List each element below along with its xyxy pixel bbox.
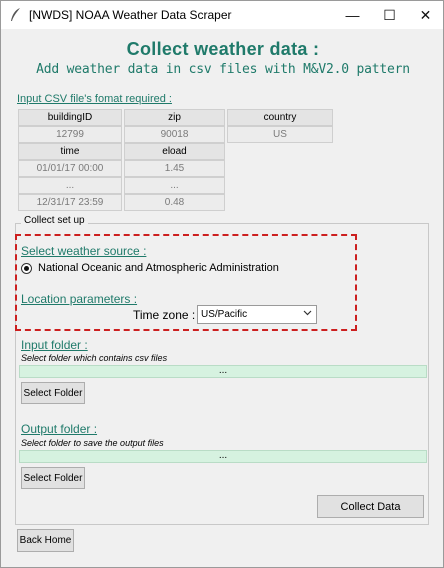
chevron-down-icon[interactable] (303, 308, 312, 319)
page-subtitle: Add weather data in csv files with M&V2.… (36, 62, 410, 77)
time-zone-select[interactable]: US/Pacific (197, 305, 317, 324)
feather-icon (11, 8, 20, 21)
output-folder-label: Output folder : (21, 422, 98, 436)
time-zone-label: Time zone : (133, 308, 196, 322)
table-value-cell: ... (124, 177, 225, 194)
input-select-folder-button[interactable]: Select Folder (21, 382, 85, 404)
table-value-cell: ... (18, 177, 122, 194)
output-folder-hint: Select folder to save the output files (21, 438, 164, 448)
input-folder-label: Input folder : (21, 338, 88, 352)
table-header-cell: eload (124, 143, 225, 160)
group-title: Collect set up (21, 215, 88, 226)
app-window: [NWDS] NOAA Weather Data Scraper — ☐ ✕ C… (0, 0, 444, 568)
weather-source-label: Select weather source : (21, 244, 147, 258)
window-title: [NWDS] NOAA Weather Data Scraper (29, 8, 232, 22)
table-value-cell: 01/01/17 00:00 (18, 160, 122, 177)
table-header-cell: time (18, 143, 122, 160)
table-value-cell: 1.45 (124, 160, 225, 177)
output-folder-path: ... (19, 450, 427, 463)
close-icon[interactable]: ✕ (403, 1, 444, 29)
input-folder-hint: Select folder which contains csv files (21, 353, 168, 363)
collect-data-button[interactable]: Collect Data (317, 495, 424, 518)
table-value-cell: 0.48 (124, 194, 225, 211)
table-header-cell: country (227, 109, 333, 126)
input-folder-path: ... (19, 365, 427, 378)
time-zone-value: US/Pacific (201, 309, 248, 320)
page-title: Collect weather data : (126, 39, 320, 59)
csv-format-label: Input CSV file's fomat required : (17, 93, 172, 105)
table-header-cell: buildingID (18, 109, 122, 126)
table-header-cell: zip (124, 109, 225, 126)
output-select-folder-button[interactable]: Select Folder (21, 467, 85, 489)
title-bar: [NWDS] NOAA Weather Data Scraper — ☐ ✕ (1, 1, 443, 29)
table-value-cell: 12/31/17 23:59 (18, 194, 122, 211)
radio-selected-icon[interactable] (21, 262, 32, 274)
table-value-cell: US (227, 126, 333, 143)
location-parameters-label: Location parameters : (21, 292, 138, 306)
table-value-cell: 12799 (18, 126, 122, 143)
table-value-cell: 90018 (124, 126, 225, 143)
weather-source-radio[interactable]: National Oceanic and Atmospheric Adminis… (21, 262, 279, 274)
back-home-button[interactable]: Back Home (17, 529, 74, 552)
weather-source-option: National Oceanic and Atmospheric Adminis… (38, 262, 279, 274)
